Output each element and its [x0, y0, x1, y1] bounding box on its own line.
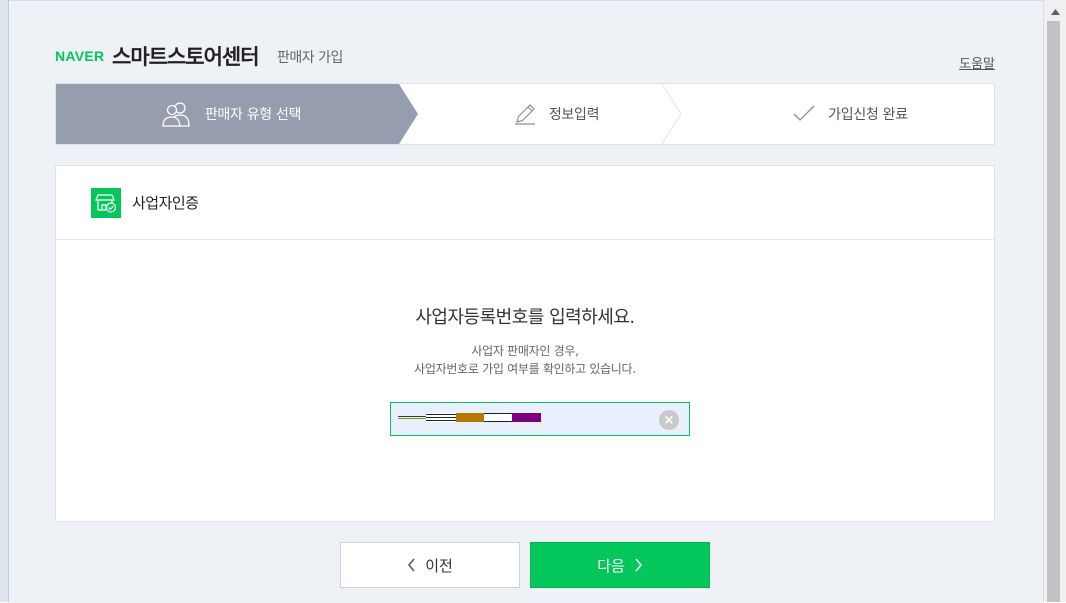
- redacted-input-value: [398, 413, 541, 422]
- step-label: 판매자 유형 선택: [204, 107, 302, 123]
- step-label: 정보입력: [548, 107, 600, 123]
- help-link[interactable]: 도움말: [959, 53, 995, 72]
- step-seller-type: 판매자 유형 선택: [56, 84, 406, 144]
- check-icon: [792, 105, 816, 123]
- step-complete: 가입신청 완료: [706, 84, 994, 144]
- page-header: NAVER 스마트스토어센터 판매자 가입 도움말: [55, 40, 995, 74]
- description-line: 사업자번호로 가입 여부를 확인하고 있습니다.: [414, 362, 636, 376]
- description-line: 사업자 판매자인 경우,: [471, 344, 579, 358]
- input-prompt: 사업자등록번호를 입력하세요.: [415, 307, 635, 328]
- chevron-right-icon: [625, 558, 643, 572]
- chevron-left-icon: [407, 558, 425, 572]
- scroll-up-arrow-icon[interactable]: [1044, 3, 1066, 21]
- pencil-icon: [513, 102, 537, 126]
- signup-steps: 판매자 유형 선택 정보입력 가입신청 완료: [55, 83, 995, 145]
- card-header: 사업자인증: [56, 166, 994, 240]
- page-title: 스마트스토어센터: [112, 45, 260, 69]
- next-button[interactable]: 다음: [530, 542, 710, 588]
- users-icon: [161, 101, 193, 127]
- window-left-edge: [0, 0, 9, 602]
- page-subtitle: 판매자 가입: [277, 50, 343, 66]
- step-label: 가입신청 완료: [828, 107, 908, 123]
- business-number-input[interactable]: ×: [390, 402, 690, 436]
- card-title: 사업자인증: [132, 194, 199, 212]
- clear-icon[interactable]: ×: [659, 410, 679, 430]
- vertical-scrollbar[interactable]: [1043, 0, 1066, 602]
- business-verification-card: 사업자인증 사업자등록번호를 입력하세요. 사업자 판매자인 경우, 사업자번호…: [55, 165, 995, 522]
- step-info-input: 정보입력: [406, 84, 706, 144]
- prev-button[interactable]: 이전: [340, 542, 520, 588]
- prev-button-label: 이전: [425, 556, 453, 575]
- store-check-icon: [91, 188, 121, 218]
- input-description: 사업자 판매자인 경우, 사업자번호로 가입 여부를 확인하고 있습니다.: [56, 342, 994, 378]
- scrollbar-thumb[interactable]: [1047, 21, 1060, 602]
- next-button-label: 다음: [597, 556, 625, 575]
- naver-logo: NAVER: [55, 48, 105, 64]
